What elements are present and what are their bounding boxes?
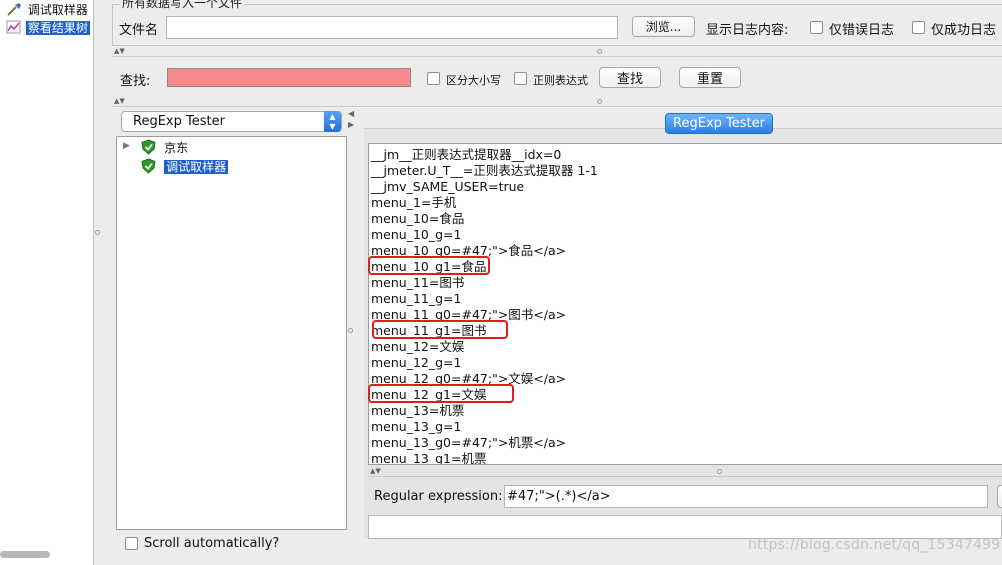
response-line: __jmv_SAME_USER=true	[371, 179, 525, 194]
regex-checkbox[interactable]	[514, 72, 527, 85]
tree-item-label: 察看结果树	[25, 21, 90, 35]
tree-horizontal-scrollbar[interactable]	[0, 551, 50, 558]
splitter-handle[interactable]	[597, 49, 602, 54]
response-data-text[interactable]: __jm__正则表达式提取器__idx=0 __jmeter.U_T__=正则表达…	[368, 143, 1002, 465]
case-sensitive-label: 区分大小写	[446, 74, 501, 87]
scroll-automatically-checkbox[interactable]	[125, 537, 138, 550]
renderer-select[interactable]: RegExp Tester ▲ ▼	[121, 111, 342, 132]
browse-button[interactable]: 浏览...	[632, 16, 695, 37]
highlight-box	[368, 384, 514, 403]
response-line: __jmeter.U_T__=正则表达式提取器 1-1	[371, 163, 598, 178]
response-line: menu_11_g=1	[371, 291, 462, 306]
response-line: menu_10=食品	[371, 211, 465, 226]
regex-label: 正则表达式	[533, 74, 588, 87]
response-line: menu_13_g1=机票	[371, 451, 487, 465]
sample-item-jd[interactable]: 京东	[141, 139, 188, 157]
test-button[interactable]	[997, 485, 1002, 508]
filename-label: 文件名	[119, 23, 159, 38]
log-content-label: 显示日志内容:	[706, 23, 789, 38]
dropper-icon	[7, 3, 21, 16]
response-line: menu_13=机票	[371, 403, 465, 418]
tree-item-label: 调试取样器	[27, 3, 88, 17]
collapse-right-arrow-icon[interactable]: ▶	[348, 121, 354, 129]
highlight-box	[368, 256, 490, 275]
reset-button[interactable]: 重置	[679, 67, 741, 88]
sample-item-label: 京东	[164, 141, 189, 155]
regex-result-field[interactable]	[368, 515, 1002, 539]
renderer-selected-value: RegExp Tester	[133, 114, 225, 129]
chart-icon	[6, 20, 21, 34]
splitter-line	[368, 476, 1002, 477]
sample-item-label: 调试取样器	[164, 160, 229, 174]
scroll-automatically-label: Scroll automatically?	[144, 536, 280, 551]
find-button[interactable]: 查找	[599, 67, 661, 88]
response-line: menu_13_g0=#47;">机票</a>	[371, 435, 567, 450]
regex-expression-label: Regular expression:	[374, 489, 503, 504]
filename-input[interactable]	[166, 16, 618, 39]
search-input[interactable]	[167, 68, 411, 87]
response-line: menu_10_g=1	[371, 227, 462, 242]
response-line: menu_11=图书	[371, 275, 465, 290]
success-only-label: 仅成功日志	[931, 23, 997, 38]
splitter-handle[interactable]	[717, 469, 722, 474]
collapse-up-arrow-icon[interactable]: ▲▼	[370, 468, 381, 475]
regex-expression-value: #47;">(.*)</a>	[507, 489, 611, 504]
collapse-left-arrow-icon[interactable]: ◀	[348, 110, 354, 118]
file-output-group-title: 所有数据写入一个文件	[120, 0, 245, 11]
response-line: menu_12=文娱	[371, 339, 465, 354]
expand-arrow-icon[interactable]: ▶	[123, 141, 130, 151]
shield-check-icon	[141, 158, 156, 174]
search-label: 查找:	[120, 74, 151, 89]
highlight-box	[372, 320, 508, 339]
response-line: menu_1=手机	[371, 195, 457, 210]
select-updown-icon: ▲ ▼	[324, 111, 341, 132]
collapse-up-arrow-icon[interactable]: ▲▼	[114, 48, 125, 55]
shield-check-icon	[141, 139, 156, 155]
response-line: menu_13_g=1	[371, 419, 462, 434]
tree-item-debug-sampler[interactable]: 调试取样器	[6, 1, 90, 19]
test-plan-tree[interactable]: 调试取样器 察看结果树	[0, 0, 94, 565]
splitter-line	[112, 106, 1002, 107]
splitter-handle[interactable]	[597, 99, 602, 104]
errors-only-checkbox[interactable]	[810, 21, 823, 34]
watermark-text: https://blog.csdn.net/qq_15347499	[748, 537, 1001, 553]
regex-expression-input[interactable]: #47;">(.*)</a>	[504, 485, 988, 508]
splitter-line	[112, 56, 1002, 57]
sample-item-debug-sampler[interactable]: 调试取样器	[141, 158, 229, 176]
main-splitter-handle[interactable]	[95, 230, 100, 235]
case-sensitive-checkbox[interactable]	[427, 72, 440, 85]
sample-results-tree[interactable]: ▶ 京东 调试取样器	[116, 136, 347, 530]
response-line: __jm__正则表达式提取器__idx=0	[371, 147, 562, 162]
regexp-tester-tab[interactable]: RegExp Tester	[665, 113, 773, 134]
errors-only-label: 仅错误日志	[829, 23, 895, 38]
success-only-checkbox[interactable]	[912, 21, 925, 34]
collapse-up-arrow-icon[interactable]: ▲▼	[114, 98, 125, 105]
vertical-splitter-handle[interactable]	[348, 328, 353, 333]
tree-item-view-results-tree[interactable]: 察看结果树	[6, 19, 90, 37]
response-line: menu_12_g=1	[371, 355, 462, 370]
